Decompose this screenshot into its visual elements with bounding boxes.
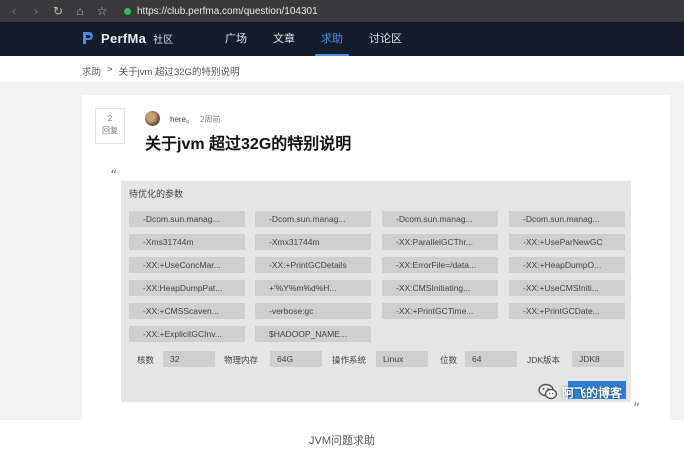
close-quote-icon: ” bbox=[633, 401, 641, 417]
parameter-tag: -XX:+UseParNewGC bbox=[509, 234, 625, 250]
open-quote-icon: “ bbox=[110, 168, 118, 184]
panel-title: 待优化的参数 bbox=[129, 189, 184, 199]
post-time: 2周前 bbox=[200, 115, 221, 124]
avatar[interactable] bbox=[145, 111, 160, 126]
perfma-logo-icon bbox=[83, 32, 93, 44]
breadcrumb-current: 关于jvm 超过32G的特别说明 bbox=[118, 67, 240, 78]
nav-discussion[interactable]: 讨论区 bbox=[363, 22, 408, 56]
address-bar[interactable]: https://club.perfma.com/question/104301 bbox=[118, 0, 318, 22]
parameter-tag: -XX:CMSInitiating... bbox=[382, 280, 498, 296]
question-title: 关于jvm 超过32G的特别说明 bbox=[145, 136, 352, 153]
cores-label: 核数 bbox=[137, 355, 155, 365]
parameter-tag: -XX:+ExplicitGCInv... bbox=[129, 326, 245, 342]
back-icon[interactable]: ‹ bbox=[8, 0, 20, 22]
parameter-tag: -XX:+CMSScaven... bbox=[129, 303, 245, 319]
parameter-tag: -XX:+UseCMSIniti... bbox=[509, 280, 625, 296]
memory-value: 64G bbox=[270, 351, 322, 367]
os-label: 操作系统 bbox=[332, 355, 367, 365]
secure-lock-icon bbox=[124, 7, 131, 15]
breadcrumb: 求助 > 关于jvm 超过32G的特别说明 bbox=[82, 64, 239, 78]
parameter-tag: -XX:ParallelGCThr... bbox=[382, 234, 498, 250]
parameter-tag: -Xmx31744m bbox=[255, 234, 371, 250]
home-icon[interactable]: ⌂ bbox=[74, 0, 86, 22]
site-logo[interactable]: PerfMa 社区 bbox=[80, 30, 173, 46]
bookmark-icon[interactable]: ☆ bbox=[96, 0, 108, 22]
page: ‹ › ↻ ⌂ ☆ https://club.perfma.com/questi… bbox=[0, 0, 684, 450]
cores-value: 32 bbox=[163, 351, 215, 367]
answer-count-label: 回复 bbox=[102, 126, 118, 135]
parameter-tag: -Dcom.sun.manag... bbox=[129, 211, 245, 227]
memory-label: 物理内存 bbox=[224, 355, 259, 365]
browser-toolbar: ‹ › ↻ ⌂ ☆ https://club.perfma.com/questi… bbox=[0, 0, 684, 22]
parameter-tag: -XX:+PrintGCDetails bbox=[255, 257, 371, 273]
url-text: https://club.perfma.com/question/104301 bbox=[137, 5, 318, 17]
breadcrumb-parent[interactable]: 求助 bbox=[82, 64, 101, 78]
nav-square[interactable]: 广场 bbox=[219, 22, 253, 56]
answer-count: 2 bbox=[107, 114, 113, 123]
parameter-tag: $HADOOP_NAME... bbox=[255, 326, 371, 342]
forward-icon[interactable]: › bbox=[30, 0, 42, 22]
parameter-tag: -XX:+PrintGCTime... bbox=[382, 303, 498, 319]
parameter-tag: -XX:+UseConcMar... bbox=[129, 257, 245, 273]
parameter-tag: -verbose:gc bbox=[255, 303, 371, 319]
bits-label: 位数 bbox=[440, 355, 458, 365]
site-header: PerfMa 社区 广场 文章 求助 讨论区 bbox=[0, 22, 684, 56]
nav-help[interactable]: 求助 bbox=[315, 22, 349, 56]
watermark: 阿飞的博客 bbox=[538, 383, 622, 401]
parameter-tag: -XX:ErrorFile=/data... bbox=[382, 257, 498, 273]
parameter-tag: -XX:+HeapDumpO... bbox=[509, 257, 625, 273]
jdk-value: JDK8 bbox=[572, 351, 624, 367]
image-caption: JVM问题求助 bbox=[309, 435, 375, 447]
parameter-tag: +'%Y%m%d%H... bbox=[255, 280, 371, 296]
jdk-label: JDK版本 bbox=[527, 355, 561, 365]
nav-articles[interactable]: 文章 bbox=[267, 22, 301, 56]
bits-value: 64 bbox=[465, 351, 517, 367]
logo-subtext: 社区 bbox=[153, 34, 174, 46]
watermark-text: 阿飞的博客 bbox=[562, 385, 623, 400]
answer-count-box: 2 回复 bbox=[95, 108, 125, 144]
parameter-tag: -Dcom.sun.manag... bbox=[255, 211, 371, 227]
parameter-tag: -XX:+PrintGCDate... bbox=[509, 303, 625, 319]
breadcrumb-separator: > bbox=[107, 64, 113, 75]
wechat-icon bbox=[538, 383, 558, 400]
logo-text: PerfMa bbox=[101, 30, 147, 46]
parameter-tag: -Dcom.sun.manag... bbox=[509, 211, 625, 227]
parameter-tag: -XX:HeapDumpPat... bbox=[129, 280, 245, 296]
parameter-tag: -Dcom.sun.manag... bbox=[382, 211, 498, 227]
parameter-tag: -Xms31744m bbox=[129, 234, 245, 250]
os-value: Linux bbox=[376, 351, 428, 367]
reload-icon[interactable]: ↻ bbox=[52, 0, 64, 22]
author-name[interactable]: here。 bbox=[170, 114, 194, 125]
